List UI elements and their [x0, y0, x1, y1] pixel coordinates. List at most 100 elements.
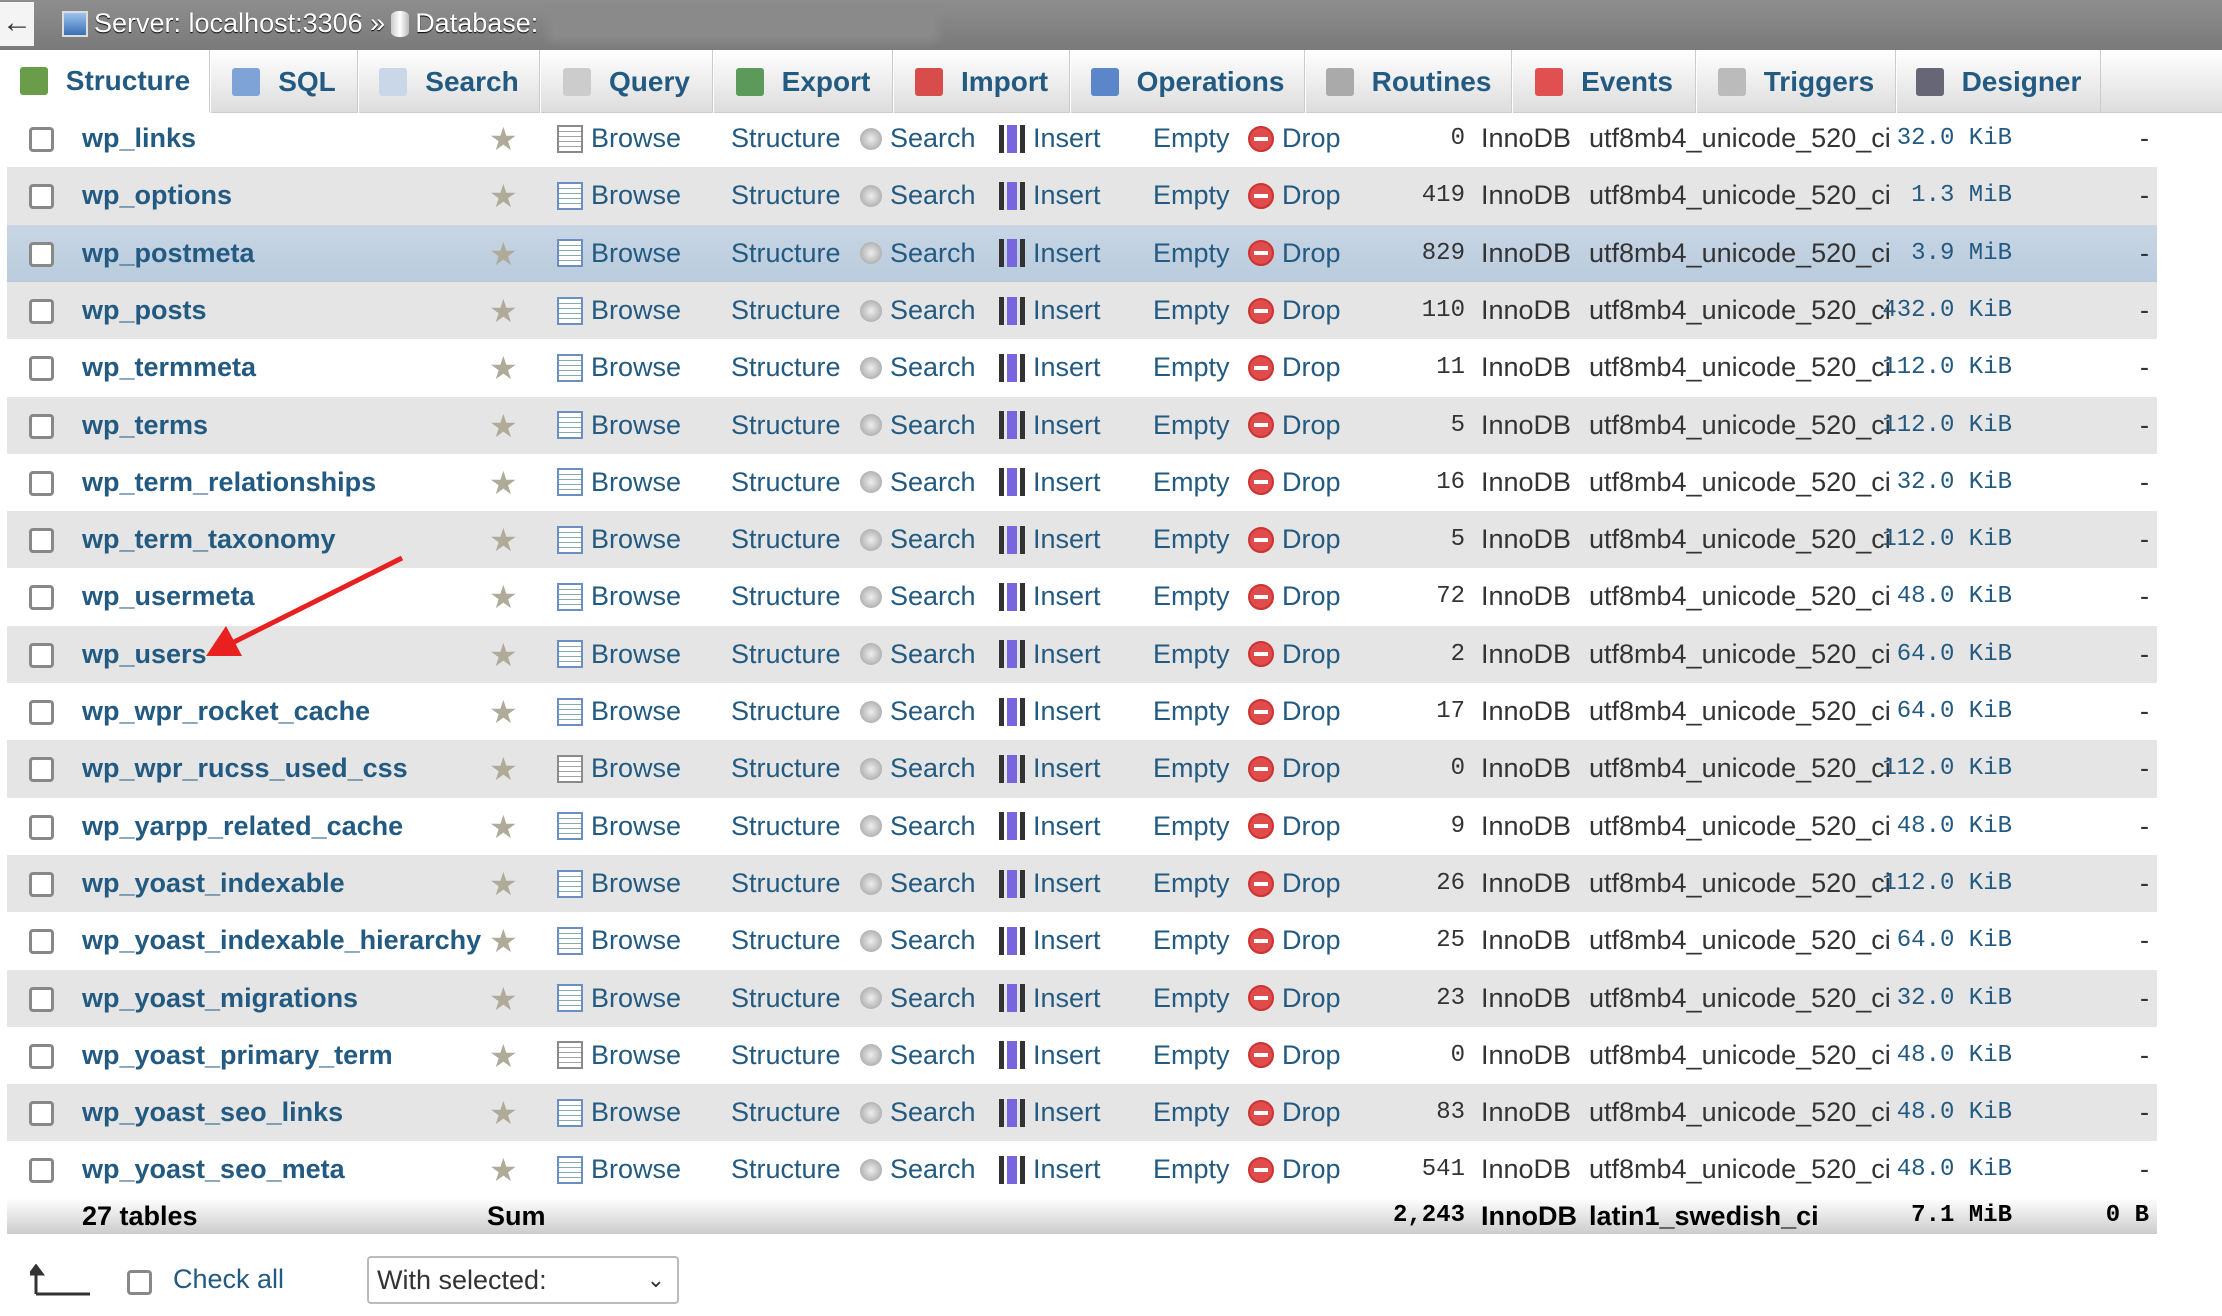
browse-action[interactable]: Browse: [557, 740, 681, 797]
empty-action[interactable]: Empty: [1119, 1141, 1230, 1198]
empty-action[interactable]: Empty: [1119, 225, 1230, 282]
structure-action[interactable]: Structure: [697, 683, 841, 740]
table-size[interactable]: 32.0 KiB: [1897, 110, 2012, 167]
row-checkbox[interactable]: [29, 241, 54, 267]
table-name-link[interactable]: wp_yoast_indexable: [82, 855, 345, 912]
insert-action[interactable]: Insert: [999, 225, 1101, 282]
favorite-star-icon[interactable]: ★: [489, 238, 521, 270]
tab-designer[interactable]: Designer: [1896, 50, 2101, 113]
browse-action[interactable]: Browse: [557, 855, 681, 912]
table-size[interactable]: 3.9 MiB: [1911, 225, 2012, 282]
empty-action[interactable]: Empty: [1119, 454, 1230, 511]
row-checkbox[interactable]: [29, 700, 54, 725]
table-size[interactable]: 112.0 KiB: [1882, 397, 2012, 454]
structure-action[interactable]: Structure: [697, 798, 841, 855]
browse-action[interactable]: Browse: [557, 1141, 681, 1198]
drop-action[interactable]: Drop: [1248, 225, 1341, 282]
drop-action[interactable]: Drop: [1248, 568, 1341, 625]
favorite-star-icon[interactable]: ★: [489, 180, 521, 212]
table-size[interactable]: 112.0 KiB: [1882, 511, 2012, 568]
favorite-star-icon[interactable]: ★: [489, 1097, 521, 1129]
insert-action[interactable]: Insert: [999, 397, 1101, 454]
drop-action[interactable]: Drop: [1248, 167, 1341, 224]
browse-action[interactable]: Browse: [557, 167, 681, 224]
row-checkbox[interactable]: [29, 413, 54, 439]
drop-action[interactable]: Drop: [1248, 511, 1341, 568]
table-name-link[interactable]: wp_yarpp_related_cache: [82, 798, 403, 855]
empty-action[interactable]: Empty: [1119, 110, 1230, 167]
row-checkbox[interactable]: [29, 814, 54, 840]
breadcrumb-server[interactable]: Server: localhost:3306 »: [94, 8, 385, 39]
search-action[interactable]: Search: [860, 167, 976, 224]
tab-triggers[interactable]: Triggers: [1696, 50, 1896, 113]
insert-action[interactable]: Insert: [999, 339, 1101, 396]
browse-action[interactable]: Browse: [557, 626, 681, 683]
browse-action[interactable]: Browse: [557, 1084, 681, 1141]
favorite-star-icon[interactable]: ★: [489, 983, 521, 1015]
tab-query[interactable]: Query: [540, 50, 713, 113]
insert-action[interactable]: Insert: [999, 110, 1101, 167]
empty-action[interactable]: Empty: [1119, 970, 1230, 1027]
drop-action[interactable]: Drop: [1248, 1027, 1341, 1084]
table-size[interactable]: 32.0 KiB: [1897, 970, 2012, 1027]
search-action[interactable]: Search: [860, 1027, 976, 1084]
table-size[interactable]: 32.0 KiB: [1897, 454, 2012, 511]
table-size[interactable]: 112.0 KiB: [1882, 339, 2012, 396]
empty-action[interactable]: Empty: [1119, 626, 1230, 683]
table-name-link[interactable]: wp_posts: [82, 282, 207, 339]
tab-sql[interactable]: SQL: [210, 50, 358, 113]
row-checkbox[interactable]: [29, 871, 54, 897]
insert-action[interactable]: Insert: [999, 855, 1101, 912]
browse-action[interactable]: Browse: [557, 454, 681, 511]
empty-action[interactable]: Empty: [1119, 167, 1230, 224]
search-action[interactable]: Search: [860, 282, 976, 339]
row-checkbox[interactable]: [29, 585, 54, 611]
drop-action[interactable]: Drop: [1248, 339, 1341, 396]
drop-action[interactable]: Drop: [1248, 110, 1341, 167]
drop-action[interactable]: Drop: [1248, 626, 1341, 683]
back-button[interactable]: ←: [0, 2, 34, 46]
tab-structure[interactable]: Structure: [0, 50, 210, 113]
empty-action[interactable]: Empty: [1119, 798, 1230, 855]
favorite-star-icon[interactable]: ★: [489, 524, 521, 556]
favorite-star-icon[interactable]: ★: [489, 1154, 521, 1186]
table-name-link[interactable]: wp_wpr_rucss_used_css: [82, 740, 408, 797]
structure-action[interactable]: Structure: [697, 511, 841, 568]
structure-action[interactable]: Structure: [697, 1141, 841, 1198]
drop-action[interactable]: Drop: [1248, 282, 1341, 339]
empty-action[interactable]: Empty: [1119, 1027, 1230, 1084]
row-checkbox[interactable]: [29, 356, 54, 382]
structure-action[interactable]: Structure: [697, 339, 841, 396]
table-name-link[interactable]: wp_term_relationships: [82, 454, 376, 511]
row-checkbox[interactable]: [29, 1101, 54, 1127]
row-checkbox[interactable]: [29, 1043, 54, 1069]
favorite-star-icon[interactable]: ★: [489, 410, 521, 442]
row-checkbox[interactable]: [29, 986, 54, 1012]
favorite-star-icon[interactable]: ★: [489, 696, 521, 728]
empty-action[interactable]: Empty: [1119, 855, 1230, 912]
favorite-star-icon[interactable]: ★: [489, 123, 521, 155]
favorite-star-icon[interactable]: ★: [489, 581, 521, 613]
structure-action[interactable]: Structure: [697, 397, 841, 454]
empty-action[interactable]: Empty: [1119, 397, 1230, 454]
table-size[interactable]: 48.0 KiB: [1897, 798, 2012, 855]
table-size[interactable]: 64.0 KiB: [1897, 626, 2012, 683]
drop-action[interactable]: Drop: [1248, 454, 1341, 511]
drop-action[interactable]: Drop: [1248, 855, 1341, 912]
table-name-link[interactable]: wp_yoast_seo_meta: [82, 1141, 345, 1198]
insert-action[interactable]: Insert: [999, 626, 1101, 683]
favorite-star-icon[interactable]: ★: [489, 925, 521, 957]
drop-action[interactable]: Drop: [1248, 1141, 1341, 1198]
insert-action[interactable]: Insert: [999, 740, 1101, 797]
table-size[interactable]: 48.0 KiB: [1897, 1027, 2012, 1084]
insert-action[interactable]: Insert: [999, 1141, 1101, 1198]
structure-action[interactable]: Structure: [697, 626, 841, 683]
browse-action[interactable]: Browse: [557, 225, 681, 282]
table-name-link[interactable]: wp_usermeta: [82, 568, 255, 625]
favorite-star-icon[interactable]: ★: [489, 352, 521, 384]
drop-action[interactable]: Drop: [1248, 1084, 1341, 1141]
table-name-link[interactable]: wp_termmeta: [82, 339, 256, 396]
search-action[interactable]: Search: [860, 970, 976, 1027]
table-size[interactable]: 48.0 KiB: [1897, 1084, 2012, 1141]
search-action[interactable]: Search: [860, 1141, 976, 1198]
